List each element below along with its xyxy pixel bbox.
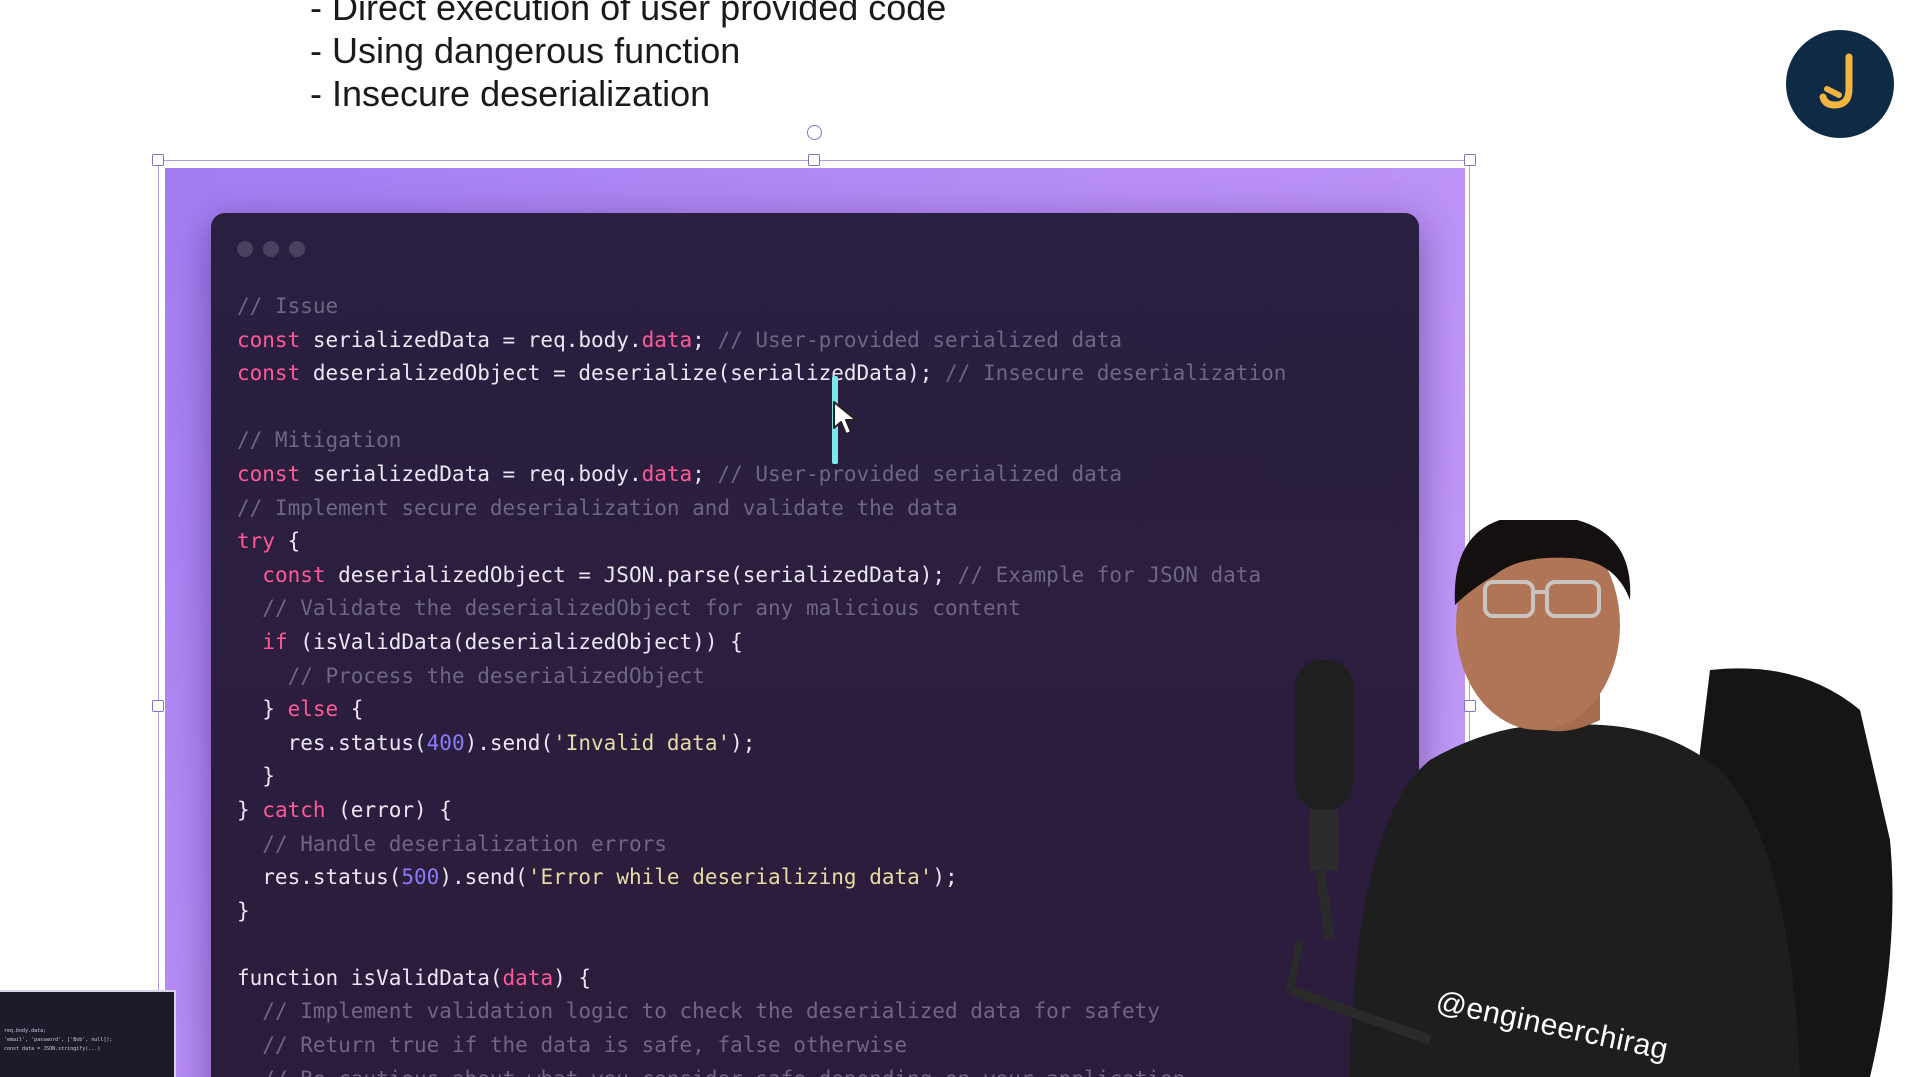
glasses-icon <box>1483 580 1601 618</box>
mouse-pointer-icon <box>833 401 857 435</box>
resize-handle-right[interactable] <box>1464 700 1476 712</box>
thumbnail-line: 'email', 'password', ['Bob', null]); <box>4 1037 113 1043</box>
thumbnail-preview[interactable]: req.body.data; 'email', 'password', ['Bo… <box>0 990 176 1077</box>
video-frame: - Direct execution of user provided code… <box>0 0 1909 1077</box>
resize-handle-top-right[interactable] <box>1464 154 1476 166</box>
channel-logo <box>1786 30 1894 138</box>
presenter-head <box>1456 520 1620 730</box>
resize-handle-top-left[interactable] <box>152 154 164 166</box>
chair-back <box>1660 668 1893 1077</box>
presenter-hair <box>1454 520 1631 605</box>
hook-logo-icon <box>1819 53 1853 109</box>
thumbnail-line: const data = JSON.stringify(...) <box>4 1046 101 1052</box>
resize-handle-left[interactable] <box>152 700 164 712</box>
slide-bullet-list: - Direct execution of user provided code… <box>310 0 946 115</box>
image-selection-frame[interactable] <box>158 160 1470 1077</box>
rotate-handle[interactable] <box>807 125 822 140</box>
bullet-item: - Direct execution of user provided code <box>310 0 947 28</box>
bullet-item: - Using dangerous function <box>310 30 741 71</box>
resize-handle-top[interactable] <box>808 154 820 166</box>
bullet-item: - Insecure deserialization <box>310 73 711 114</box>
thumbnail-line: req.body.data; <box>4 1028 47 1034</box>
